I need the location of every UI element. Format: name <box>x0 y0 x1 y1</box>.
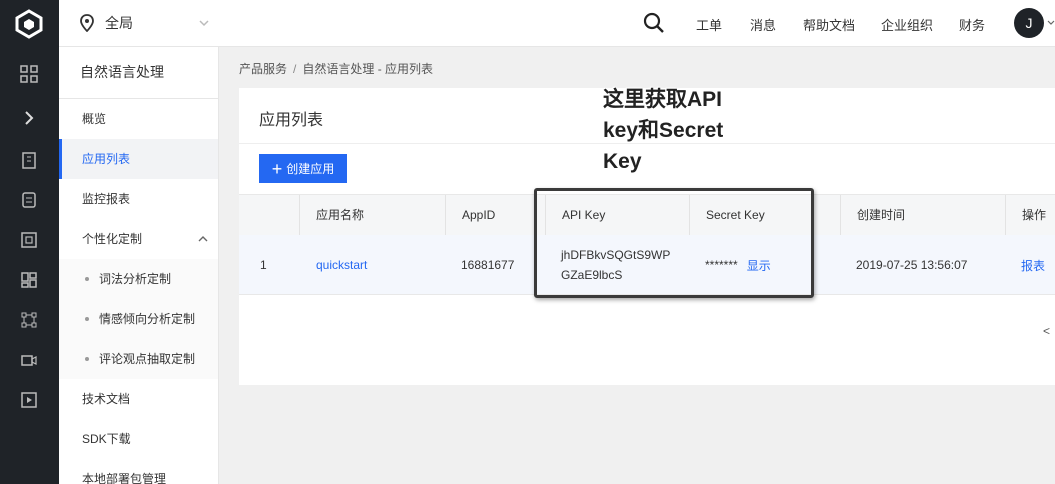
app-name-link[interactable]: quickstart <box>316 235 367 295</box>
avatar-chevron-icon[interactable] <box>1047 19 1055 27</box>
nav-ticket[interactable]: 工单 <box>696 15 722 34</box>
app-name-text[interactable]: quickstart <box>316 258 367 272</box>
report-link[interactable]: 报表 <box>1021 257 1045 274</box>
apps-icon[interactable] <box>19 270 39 290</box>
annotation-text: 这里获取API key和Secret Key <box>603 88 724 173</box>
bullet-dot <box>85 357 89 361</box>
icon-rail <box>0 0 59 484</box>
sidebar-item-custom[interactable]: 个性化定制 <box>59 219 218 259</box>
network-icon[interactable] <box>19 310 39 330</box>
sidebar-item-app-list[interactable]: 应用列表 <box>59 139 218 179</box>
sidebar-subitem-label: 词法分析定制 <box>99 272 172 286</box>
created-time-value: 2019-07-25 13:56:07 <box>856 258 968 272</box>
region-selector[interactable]: 全局 <box>79 13 209 33</box>
create-app-label: 创建应用 <box>286 162 335 176</box>
expand-chevron-icon[interactable] <box>19 108 39 128</box>
breadcrumb-separator: / <box>293 62 297 76</box>
col-ops: 操作 <box>1005 195 1055 236</box>
cloud-logo-icon[interactable] <box>14 9 44 39</box>
pager-prev[interactable]: < <box>1043 324 1050 338</box>
sidebar-item-overview[interactable]: 概览 <box>59 99 218 139</box>
nav-help-docs[interactable]: 帮助文档 <box>803 15 855 34</box>
breadcrumb-root[interactable]: 产品服务 <box>239 62 287 76</box>
avatar[interactable]: J <box>1014 8 1044 38</box>
page-title: 应用列表 <box>259 112 324 129</box>
col-app-id: AppID <box>445 195 545 236</box>
region-label: 全局 <box>105 15 133 31</box>
sidebar-subitem-label: 情感倾向分析定制 <box>99 312 196 326</box>
location-pin-icon <box>80 14 94 32</box>
nav-messages[interactable]: 消息 <box>750 15 776 34</box>
sidebar-item-sdk[interactable]: SDK下载 <box>59 419 218 459</box>
nav-finance[interactable]: 财务 <box>959 15 985 34</box>
bullet-dot <box>85 317 89 321</box>
row-index: 1 <box>260 258 267 272</box>
annotation-highlight-box <box>534 188 814 298</box>
breadcrumb-current: 自然语言处理 - 应用列表 <box>302 62 434 76</box>
nav-organization[interactable]: 企业组织 <box>881 15 933 34</box>
grid-icon[interactable] <box>19 64 39 84</box>
database-icon[interactable] <box>19 190 39 210</box>
frame-icon[interactable] <box>19 230 39 250</box>
sidebar-item-monitor[interactable]: 监控报表 <box>59 179 218 219</box>
sidebar-item-custom-label: 个性化定制 <box>82 232 143 246</box>
col-app-name: 应用名称 <box>299 195 445 236</box>
side-menu: 自然语言处理 概览 应用列表 监控报表 个性化定制 词法分析定制 情感倾向分析定… <box>59 47 219 484</box>
breadcrumb: 产品服务 / 自然语言处理 - 应用列表 <box>239 60 433 77</box>
top-bar: 全局 工单 消息 帮助文档 企业组织 财务 J <box>59 0 1055 47</box>
sidebar-subitem-sentiment[interactable]: 情感倾向分析定制 <box>59 299 218 339</box>
sidebar-item-docs[interactable]: 技术文档 <box>59 379 218 419</box>
sidebar-item-local-deploy[interactable]: 本地部署包管理 <box>59 459 218 484</box>
chevron-down-icon <box>199 20 209 27</box>
col-created: 创建时间 <box>840 195 1005 236</box>
report-link-cell[interactable]: 报表 <box>1021 235 1045 295</box>
play-icon[interactable] <box>19 390 39 410</box>
video-camera-icon[interactable] <box>19 350 39 370</box>
chevron-up-icon <box>198 236 208 242</box>
sidebar-subitem-lexical[interactable]: 词法分析定制 <box>59 259 218 299</box>
sidebar-subitem-label: 评论观点抽取定制 <box>99 352 196 366</box>
building-icon[interactable] <box>19 150 39 170</box>
search-icon[interactable] <box>643 12 665 34</box>
plus-icon: + <box>271 158 283 179</box>
bullet-dot <box>85 277 89 281</box>
sidebar-subitem-comment[interactable]: 评论观点抽取定制 <box>59 339 218 379</box>
app-id-value: 16881677 <box>461 258 515 272</box>
side-menu-title: 自然语言处理 <box>59 47 218 99</box>
create-app-button[interactable]: + 创建应用 <box>259 154 347 183</box>
